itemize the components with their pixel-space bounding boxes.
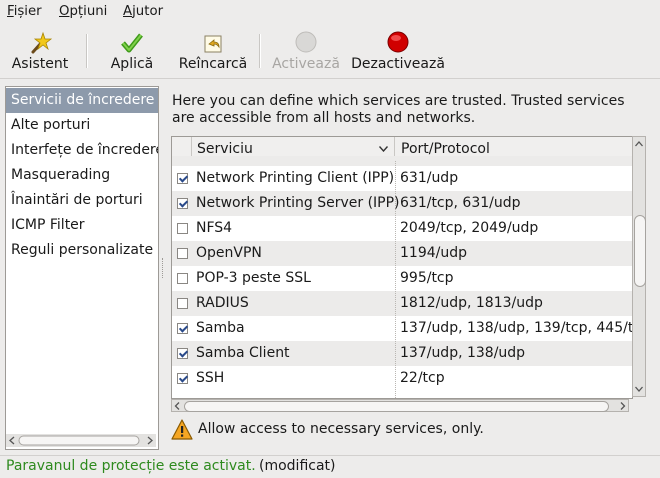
warning-text: Allow access to necessary services, only…: [198, 421, 484, 437]
service-name-cell: Network Printing Client (IPP): [196, 170, 395, 186]
checkmark-icon: [121, 33, 143, 53]
menu-help-mnemonic: A: [123, 4, 133, 19]
sidebar: Servicii de încredere Alte porturi Inter…: [5, 86, 159, 450]
service-checkbox[interactable]: [177, 198, 188, 209]
sidebar-item-trusted-interfaces[interactable]: Interfețe de încredere: [6, 138, 158, 163]
scroll-up-icon[interactable]: [634, 139, 644, 149]
toolbar-separator: [259, 34, 261, 68]
enable-button[interactable]: Activează: [266, 24, 346, 78]
disable-button[interactable]: Dezactivează: [348, 24, 448, 78]
column-divider: [395, 161, 396, 398]
modified-indicator: (modificat): [259, 458, 336, 474]
menu-file-label: ișier: [13, 4, 42, 19]
sidebar-horizontal-scrollbar[interactable]: [6, 434, 156, 447]
port-protocol-cell: 631/udp: [400, 170, 459, 186]
service-checkbox[interactable]: [177, 373, 188, 384]
scroll-left-icon[interactable]: [173, 401, 182, 411]
service-checkbox[interactable]: [177, 223, 188, 234]
table-row[interactable]: NFS4 2049/tcp, 2049/udp: [172, 216, 632, 241]
status-bar: Paravanul de protecție este activat. (mo…: [0, 455, 660, 478]
service-checkbox[interactable]: [177, 348, 188, 359]
service-name-cell: RADIUS: [196, 295, 249, 311]
service-name-cell: Samba Client: [196, 345, 290, 361]
menubar: Fișier Opțiuni Ajutor: [0, 0, 660, 24]
toolbar: Asistent Aplică Reîncarcă Activează Deza…: [0, 24, 660, 79]
sidebar-item-icmp-filter[interactable]: ICMP Filter: [6, 213, 158, 238]
service-name-cell: Samba: [196, 320, 245, 336]
service-name-cell: SSH: [196, 370, 225, 386]
table-row[interactable]: Samba 137/udp, 138/udp, 139/tcp, 445/tcp: [172, 316, 632, 341]
toolbar-separator: [86, 34, 88, 68]
sidebar-item-port-forwarding[interactable]: Înaintări de porturi: [6, 188, 158, 213]
table-row[interactable]: Samba Client 137/udp, 138/udp: [172, 341, 632, 366]
wizard-label: Asistent: [11, 56, 69, 72]
reload-button[interactable]: Reîncarcă: [172, 24, 254, 78]
menu-file[interactable]: Fișier: [7, 4, 42, 19]
menu-help[interactable]: Ajutor: [123, 4, 163, 19]
service-checkbox[interactable]: [177, 248, 188, 259]
port-protocol-cell: 631/tcp, 631/udp: [400, 195, 521, 211]
wizard-button[interactable]: Asistent: [4, 24, 76, 78]
vertical-scroll-thumb[interactable]: [634, 215, 646, 287]
table-row[interactable]: OpenVPN 1194/udp: [172, 241, 632, 266]
port-protocol-cell: 22/tcp: [400, 370, 445, 386]
apply-label: Aplică: [110, 56, 154, 72]
magic-wand-icon: [31, 31, 52, 54]
service-checkbox[interactable]: [177, 273, 188, 284]
service-checkbox[interactable]: [177, 173, 188, 184]
port-column-label: Port/Protocol: [401, 141, 490, 157]
services-table: Serviciu Port/Protocol Network Printing …: [171, 136, 633, 399]
service-checkbox[interactable]: [177, 323, 188, 334]
table-row[interactable]: SSH 22/tcp: [172, 366, 632, 391]
port-protocol-cell: 1194/udp: [400, 245, 467, 261]
warning-icon: [171, 419, 193, 440]
sidebar-item-masquerading[interactable]: Masquerading: [6, 163, 158, 188]
disable-label: Dezactivează: [351, 56, 445, 72]
port-protocol-cell: 2049/tcp, 2049/udp: [400, 220, 539, 236]
horizontal-scroll-thumb[interactable]: [184, 401, 609, 412]
sidebar-item-trusted-services[interactable]: Servicii de încredere: [6, 88, 158, 113]
menu-help-label: jutor: [132, 4, 164, 19]
port-protocol-cell: 1812/udp, 1813/udp: [400, 295, 543, 311]
port-protocol-cell: 137/udp, 138/udp: [400, 345, 526, 361]
table-horizontal-scrollbar[interactable]: [171, 399, 629, 412]
table-row[interactable]: POP-3 peste SSL 995/tcp: [172, 266, 632, 291]
menu-options[interactable]: Opțiuni: [59, 4, 107, 19]
scroll-right-icon[interactable]: [618, 401, 627, 411]
menu-file-mnemonic: F: [7, 4, 14, 19]
service-checkbox[interactable]: [177, 298, 188, 309]
table-row[interactable]: Network Printing Server (IPP) 631/tcp, 63…: [172, 191, 632, 216]
reload-label: Reîncarcă: [178, 56, 248, 72]
service-name-cell: OpenVPN: [196, 245, 262, 261]
description-text: Here you can define which services are t…: [172, 93, 625, 126]
sort-chevron-down-icon: [379, 146, 388, 152]
enable-label: Activează: [272, 56, 340, 72]
table-row[interactable]: Network Printing Client (IPP) 631/udp: [172, 166, 632, 191]
reload-icon: [204, 35, 222, 53]
sidebar-item-other-ports[interactable]: Alte porturi: [6, 113, 158, 138]
port-protocol-cell: 137/udp, 138/udp, 139/tcp, 445/tcp: [400, 320, 633, 336]
enable-circle-icon: [295, 31, 317, 53]
table-vertical-scrollbar[interactable]: [632, 136, 646, 397]
scroll-down-icon[interactable]: [634, 384, 644, 394]
disable-circle-icon: [387, 31, 409, 53]
sidebar-item-custom-rules[interactable]: Reguli personalizate: [6, 238, 158, 263]
firewall-status-text: Paravanul de protecție este activat.: [6, 458, 256, 474]
pane-splitter[interactable]: [158, 258, 163, 278]
warning-bar: Allow access to necessary services, only…: [171, 419, 641, 441]
port-protocol-cell: 995/tcp: [400, 270, 454, 286]
menu-options-label: pțiuni: [69, 4, 108, 19]
service-column-label: Serviciu: [197, 141, 253, 157]
table-row[interactable]: RADIUS 1812/udp, 1813/udp: [172, 291, 632, 316]
service-name-cell: NFS4: [196, 220, 233, 236]
table-row-partial: [172, 156, 632, 166]
service-name-cell: POP-3 peste SSL: [196, 270, 311, 286]
service-name-cell: Network Printing Server (IPP): [196, 195, 400, 211]
apply-button[interactable]: Aplică: [100, 24, 164, 78]
menu-options-mnemonic: O: [59, 4, 70, 19]
